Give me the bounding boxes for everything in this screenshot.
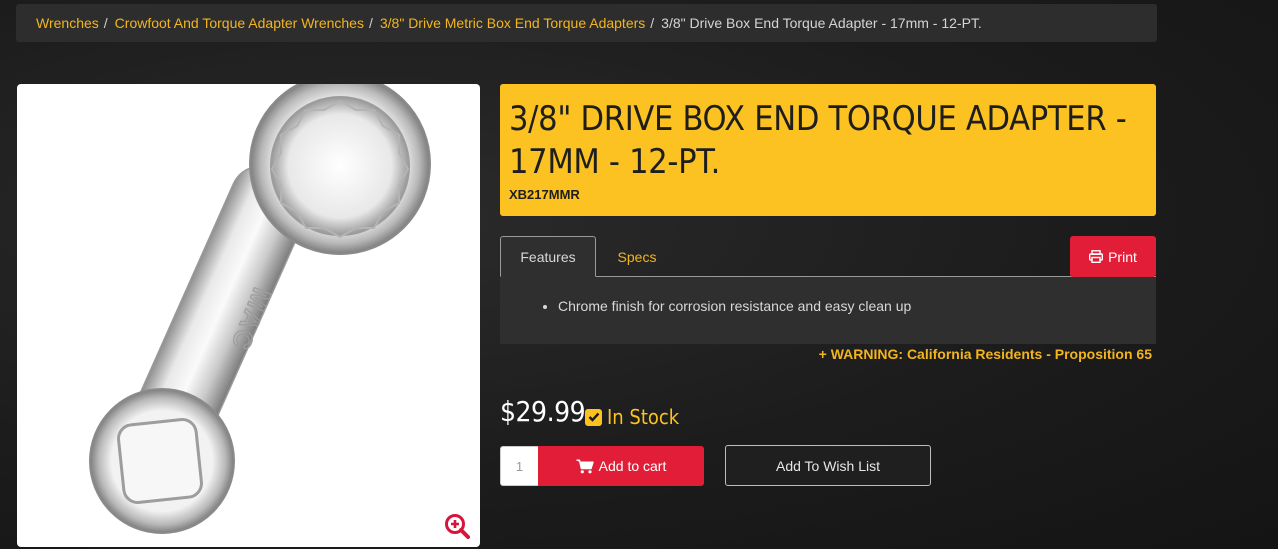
product-image-panel[interactable]: MAC [17,84,480,547]
breadcrumb: Wrenches / Crowfoot And Torque Adapter W… [16,4,1157,42]
product-tabs: Features Specs Print [500,236,1156,277]
product-price: $29.99 [500,395,586,428]
add-to-wish-list-button[interactable]: Add To Wish List [725,445,931,486]
stock-status: In Stock [585,405,679,429]
product-title: 3/8" DRIVE BOX END TORQUE ADAPTER - 17MM… [509,99,1127,182]
features-list: Chrome finish for corrosion resistance a… [500,298,1156,314]
breadcrumb-link-crowfoot[interactable]: Crowfoot And Torque Adapter Wrenches [115,15,364,31]
product-image: MAC [89,84,431,534]
add-to-cart-label: Add to cart [598,458,667,474]
checkbox-check-icon [585,408,602,426]
print-label: Print [1108,248,1137,265]
print-button[interactable]: Print [1070,236,1156,277]
product-title-box: 3/8" DRIVE BOX END TORQUE ADAPTER - 17MM… [500,84,1156,216]
breadcrumb-separator: / [650,15,655,31]
tab-features[interactable]: Features [500,236,596,277]
product-sku: XB217MMR [509,187,580,202]
breadcrumb-link-metric-box-end[interactable]: 3/8" Drive Metric Box End Torque Adapter… [380,15,645,31]
add-to-cart-button[interactable]: Add to cart [538,446,704,486]
stock-status-label: In Stock [607,405,680,429]
tab-specs[interactable]: Specs [596,236,678,277]
shopping-cart-icon [576,459,594,473]
magnifier-plus-icon[interactable] [444,513,470,539]
breadcrumb-link-wrenches[interactable]: Wrenches [36,15,99,31]
quantity-input[interactable] [500,446,539,486]
feature-item: Chrome finish for corrosion resistance a… [558,298,1156,314]
breadcrumb-separator: / [368,15,373,31]
printer-icon [1089,250,1104,263]
breadcrumb-separator: / [103,15,108,31]
prop65-warning-link[interactable]: + WARNING: California Residents - Propos… [500,346,1152,362]
breadcrumb-current: 3/8" Drive Box End Torque Adapter - 17mm… [661,15,982,31]
features-panel: Chrome finish for corrosion resistance a… [500,277,1156,344]
